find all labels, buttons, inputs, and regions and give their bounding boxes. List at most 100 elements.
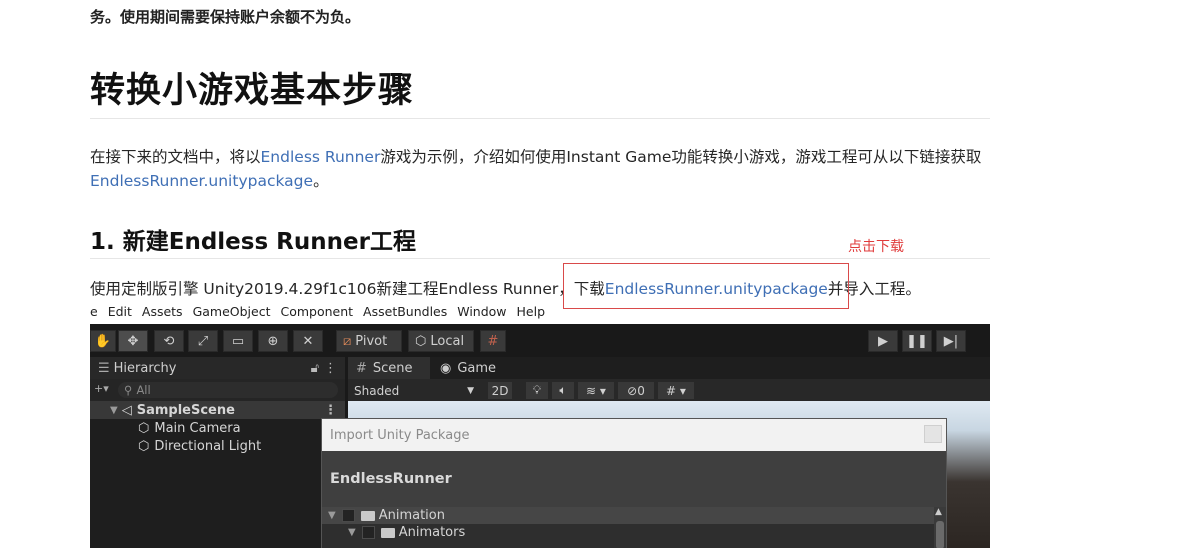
intro-text-2: 游戏为示例，介绍如何使用Instant Game功能转换小游戏，游戏工程可从以下… bbox=[380, 148, 982, 166]
intro-tail-text: 务。使用期间需要保持账户余额不为负。 bbox=[90, 8, 361, 26]
scene-view-bar: Shaded ▼ 2D 💡︎ 🔈︎ ≋ ▾ ⊘ 0 # ▾ bbox=[348, 379, 990, 401]
gameobject-cube-icon: ⬡ bbox=[138, 420, 150, 436]
game-controller-icon: ◉ bbox=[440, 360, 452, 376]
import-package-dialog: Import Unity Package EndlessRunner ▼ Ani… bbox=[321, 418, 947, 548]
hierarchy-item[interactable]: ⬡ Main Camera bbox=[90, 419, 345, 437]
scene-more-icon[interactable]: ⋮ bbox=[324, 403, 337, 418]
menu-help[interactable]: Help bbox=[517, 304, 546, 319]
package-tree: ▼ Animation ▼ Animators ▲ bbox=[322, 507, 946, 548]
rect-tool-icon[interactable]: ▭ bbox=[223, 330, 253, 352]
unity-editor-screenshot: ✋ ✥ ⟲ ⤢ ▭ ⊕ ✕ ⧄ Pivot ⬡ Local # ▶ ❚❚ ▶| ☰ … bbox=[90, 324, 990, 548]
menu-window[interactable]: Window bbox=[457, 304, 506, 319]
unity-toolbar: ✋ ✥ ⟲ ⤢ ▭ ⊕ ✕ ⧄ Pivot ⬡ Local # ▶ ❚❚ ▶| bbox=[90, 324, 990, 357]
folder-icon bbox=[360, 510, 375, 521]
scale-tool-icon[interactable]: ⤢ bbox=[188, 330, 218, 352]
audio-toggle-icon[interactable]: 🔈︎ bbox=[552, 382, 574, 399]
hierarchy-panel: ☰ Hierarchy 🔓︎ ⋮ +▾ ⚲ All ▼ ◁ SampleScen… bbox=[90, 357, 345, 548]
grid-toggle-icon[interactable]: # ▾ bbox=[658, 382, 694, 399]
shading-mode-label: Shaded bbox=[354, 383, 400, 398]
step-heading: 1. 新建Endless Runner工程 bbox=[90, 229, 416, 255]
add-dropdown-icon[interactable]: +▾ bbox=[94, 382, 109, 395]
hierarchy-tab[interactable]: ☰ Hierarchy 🔓︎ ⋮ bbox=[90, 357, 345, 379]
step-text-1: 使用定制版引擎 Unity2019.4.29f1c106新建工程Endless … bbox=[90, 280, 605, 298]
effects-toggle-icon[interactable]: ≋ ▾ bbox=[578, 382, 614, 399]
package-row-label: Animation bbox=[378, 508, 445, 523]
hierarchy-search-input[interactable]: ⚲ All bbox=[118, 382, 338, 398]
hierarchy-item-label: Main Camera bbox=[154, 420, 241, 436]
menu-gameobject[interactable]: GameObject bbox=[193, 304, 271, 319]
search-placeholder: All bbox=[136, 383, 151, 397]
include-checkbox[interactable] bbox=[361, 526, 375, 539]
grid-snap-icon[interactable]: # bbox=[480, 330, 506, 352]
expand-arrow-icon[interactable]: ▼ bbox=[348, 527, 356, 538]
step-divider bbox=[90, 258, 990, 259]
intro-text-3: 。 bbox=[313, 172, 329, 190]
custom-tool-icon[interactable]: ✕ bbox=[293, 330, 323, 352]
intro-paragraph: 在接下来的文档中，将以Endless Runner游戏为示例，介绍如何使用Ins… bbox=[90, 145, 995, 193]
scroll-up-icon[interactable]: ▲ bbox=[935, 507, 942, 517]
dialog-scrollbar[interactable]: ▲ bbox=[934, 507, 946, 548]
tab-game[interactable]: ◉ Game bbox=[432, 357, 512, 379]
dialog-title: Import Unity Package bbox=[330, 427, 470, 443]
menu-component[interactable]: Component bbox=[280, 304, 353, 319]
menu-assetbundles[interactable]: AssetBundles bbox=[363, 304, 447, 319]
heading-divider bbox=[90, 118, 990, 119]
local-toggle[interactable]: ⬡ Local bbox=[408, 330, 474, 352]
menu-edit[interactable]: Edit bbox=[108, 304, 132, 319]
scrollbar-thumb[interactable] bbox=[936, 521, 944, 548]
tab-scene-label: Scene bbox=[372, 360, 413, 376]
expand-arrow-icon[interactable]: ▼ bbox=[328, 510, 336, 521]
chevron-down-icon: ▼ bbox=[467, 385, 474, 396]
dialog-close-icon[interactable] bbox=[924, 425, 942, 443]
dialog-title-bar: Import Unity Package bbox=[322, 419, 946, 451]
pivot-label: Pivot bbox=[355, 333, 388, 349]
search-icon: ⚲ bbox=[124, 383, 133, 397]
include-checkbox[interactable] bbox=[341, 509, 355, 522]
intro-text-1: 在接下来的文档中，将以 bbox=[90, 148, 261, 166]
hierarchy-item-label: Directional Light bbox=[154, 438, 262, 454]
gameobject-cube-icon: ⬡ bbox=[138, 438, 150, 454]
hidden-objects-toggle[interactable]: ⊘ 0 bbox=[618, 382, 654, 399]
eye-slash-icon: ⊘ bbox=[627, 383, 638, 398]
move-tool-icon[interactable]: ✥ bbox=[118, 330, 148, 352]
lighting-toggle-icon[interactable]: 💡︎ bbox=[526, 382, 548, 399]
hierarchy-item[interactable]: ⬡ Directional Light bbox=[90, 437, 345, 455]
lock-icon[interactable]: 🔓︎ bbox=[311, 361, 319, 376]
package-name-header: EndlessRunner bbox=[322, 451, 946, 507]
hierarchy-tab-label: Hierarchy bbox=[113, 360, 177, 376]
expand-arrow-icon[interactable]: ▼ bbox=[110, 405, 118, 416]
menu-file[interactable]: e bbox=[90, 304, 98, 319]
cube-icon: ⬡ bbox=[415, 333, 427, 349]
more-icon[interactable]: ⋮ bbox=[324, 361, 337, 376]
annotation-label: 点击下载 bbox=[848, 239, 904, 255]
rotate-tool-icon[interactable]: ⟲ bbox=[154, 330, 184, 352]
section-heading: 转换小游戏基本步骤 bbox=[90, 71, 415, 111]
step-paragraph: 使用定制版引擎 Unity2019.4.29f1c106新建工程Endless … bbox=[90, 277, 995, 301]
play-button-icon[interactable]: ▶ bbox=[868, 330, 898, 352]
package-row-label: Animators bbox=[398, 525, 466, 540]
pivot-toggle[interactable]: ⧄ Pivot bbox=[336, 330, 402, 352]
scene-label: SampleScene bbox=[136, 402, 235, 418]
endless-runner-link[interactable]: Endless Runner bbox=[261, 148, 381, 166]
mode-2d-toggle[interactable]: 2D bbox=[488, 382, 512, 399]
step-button-icon[interactable]: ▶| bbox=[936, 330, 966, 352]
shading-mode-dropdown[interactable]: Shaded ▼ bbox=[350, 382, 478, 399]
hand-tool-icon[interactable]: ✋ bbox=[90, 330, 116, 352]
transform-tool-icon[interactable]: ⊕ bbox=[258, 330, 288, 352]
unity-scene-icon: ◁ bbox=[121, 402, 132, 418]
annotation-highlight-box bbox=[563, 263, 849, 309]
package-row[interactable]: ▼ Animation bbox=[322, 507, 934, 524]
unity-menubar: e Edit Assets GameObject Component Asset… bbox=[90, 304, 990, 324]
scene-row[interactable]: ▼ ◁ SampleScene ⋮ bbox=[90, 401, 345, 419]
list-icon: ☰ bbox=[98, 360, 110, 376]
hierarchy-search-bar: +▾ ⚲ All bbox=[90, 379, 345, 401]
scene-grid-icon: # bbox=[356, 360, 367, 376]
tab-scene[interactable]: # Scene bbox=[348, 357, 430, 379]
package-row[interactable]: ▼ Animators bbox=[322, 524, 934, 541]
unitypackage-link[interactable]: EndlessRunner.unitypackage bbox=[90, 172, 313, 190]
tab-game-label: Game bbox=[457, 360, 497, 376]
menu-assets[interactable]: Assets bbox=[142, 304, 183, 319]
folder-icon bbox=[380, 527, 395, 538]
pivot-icon: ⧄ bbox=[343, 333, 352, 349]
pause-button-icon[interactable]: ❚❚ bbox=[902, 330, 932, 352]
